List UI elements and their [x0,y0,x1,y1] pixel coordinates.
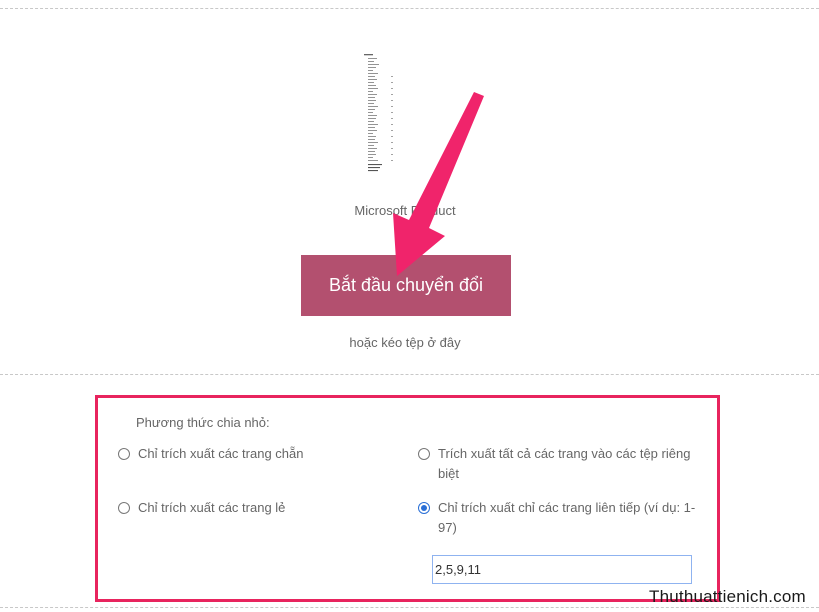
option-all-pages-separate-label: Trích xuất tất cả các trang vào các tệp … [438,446,691,481]
split-method-label: Phương thức chia nhỏ: [136,415,270,430]
option-even-pages[interactable]: Chỉ trích xuất các trang chẵn [118,444,398,464]
option-page-range[interactable]: Chỉ trích xuất chỉ các trang liên tiếp (… [418,498,698,538]
page-range-input[interactable] [432,555,692,584]
radio-odd-pages[interactable] [118,502,130,514]
radio-even-pages[interactable] [118,448,130,460]
file-name: Microsoft Product [354,203,456,218]
option-odd-pages-label: Chỉ trích xuất các trang lẻ [138,500,286,515]
option-page-range-label: Chỉ trích xuất chỉ các trang liên tiếp (… [438,500,696,535]
document-thumbnail[interactable] [364,52,400,174]
radio-page-range[interactable] [418,502,430,514]
option-all-pages-separate[interactable]: Trích xuất tất cả các trang vào các tệp … [418,444,698,484]
start-conversion-button[interactable]: Bắt đầu chuyển đổi [301,255,511,316]
top-divider [0,8,819,9]
document-preview-icon [364,54,393,172]
bottom-divider [0,607,819,608]
drag-drop-hint: hoặc kéo tệp ở đây [349,335,461,350]
section-divider [0,374,819,375]
option-even-pages-label: Chỉ trích xuất các trang chẵn [138,446,304,461]
radio-all-pages-separate[interactable] [418,448,430,460]
option-odd-pages[interactable]: Chỉ trích xuất các trang lẻ [118,498,398,518]
watermark: Thuthuattienich.com [649,587,806,606]
